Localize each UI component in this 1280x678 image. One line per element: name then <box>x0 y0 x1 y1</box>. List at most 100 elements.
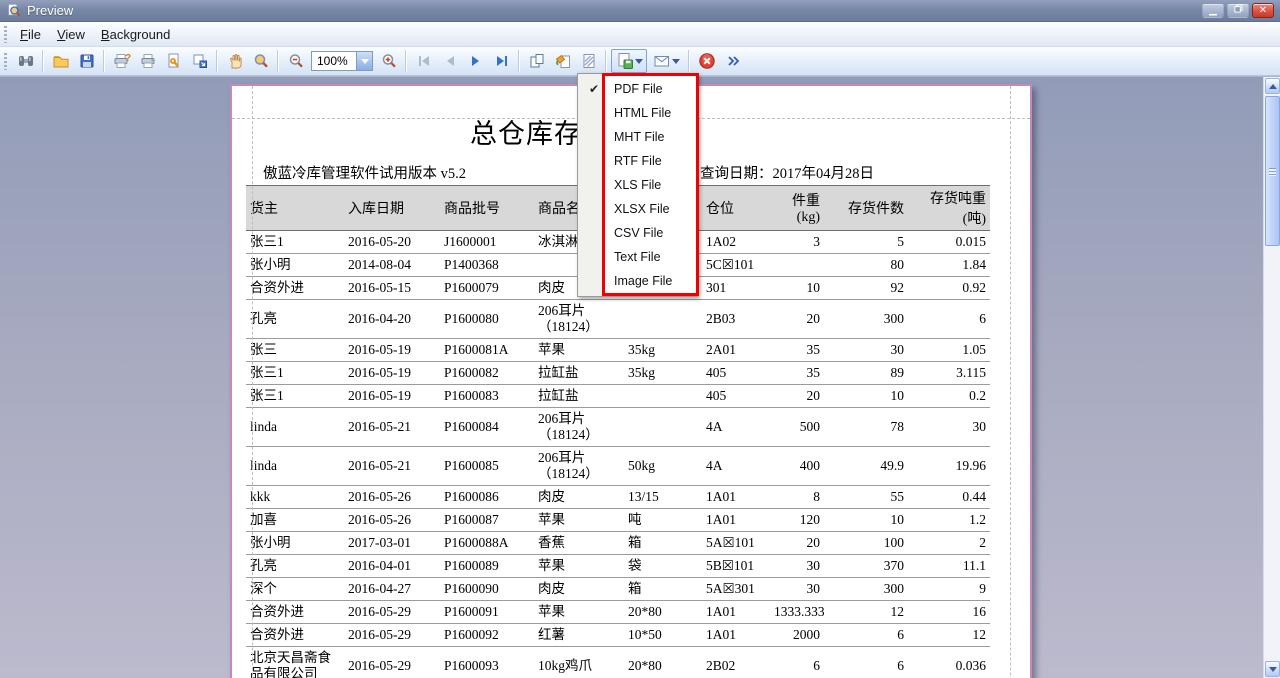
table-cell: 2016-05-29 <box>344 601 440 624</box>
table-cell: 箱 <box>624 532 702 555</box>
more-buttons-chevron[interactable] <box>720 49 745 73</box>
export-menu-item[interactable]: CSV File <box>578 221 697 245</box>
table-cell: 张三1 <box>246 362 344 385</box>
export-menu-items: ✔PDF FileHTML FileMHT FileRTF FileXLS Fi… <box>578 77 697 293</box>
export-menu-item[interactable]: Text File <box>578 245 697 269</box>
table-row: 张小明2017-03-01P1600088A香蕉箱5A☒101201002 <box>246 532 990 555</box>
table-header-cell: 存货件数 <box>824 186 908 231</box>
next-page-icon <box>467 52 485 70</box>
close-button[interactable]: ✕ <box>1252 3 1274 18</box>
separator <box>277 50 279 72</box>
table-cell: 206耳片 （18124） <box>534 300 624 339</box>
last-page-button[interactable] <box>489 49 514 73</box>
send-email-button[interactable] <box>648 49 684 73</box>
close-preview-button[interactable] <box>694 49 719 73</box>
quick-print-button[interactable] <box>135 49 160 73</box>
menu-item-file[interactable]: File <box>12 24 49 45</box>
menu-item-background[interactable]: Background <box>93 24 178 45</box>
email-icon <box>653 52 671 70</box>
multiple-pages-button[interactable] <box>524 49 549 73</box>
save-button[interactable] <box>74 49 99 73</box>
table-cell: 合资外进 <box>246 277 344 300</box>
export-menu-item[interactable]: ✔PDF File <box>578 77 697 101</box>
table-cell: 2B03 <box>702 300 770 339</box>
table-cell: P1600091 <box>440 601 534 624</box>
export-menu-item-label: PDF File <box>614 82 663 96</box>
table-header-cell: 件重(kg) <box>770 186 824 231</box>
minimize-button[interactable]: ▁ <box>1202 3 1224 18</box>
table-cell: 张三 <box>246 339 344 362</box>
report-vendor-line: 傲蓝冷库管理软件试用版本 v5.2 <box>263 162 466 183</box>
table-cell: 92 <box>824 277 908 300</box>
magnifier-tool-button[interactable] <box>248 49 273 73</box>
separator <box>42 50 44 72</box>
table-cell: 10*50 <box>624 624 702 647</box>
table-cell: 4A <box>702 447 770 486</box>
zoom-out-button[interactable] <box>283 49 308 73</box>
table-cell: 80 <box>824 254 908 277</box>
vertical-scrollbar[interactable] <box>1263 77 1280 678</box>
multiple-pages-icon <box>528 52 546 70</box>
restore-button[interactable] <box>1227 3 1249 18</box>
separator <box>405 50 407 72</box>
table-cell: 1.2 <box>908 509 990 532</box>
separator <box>216 50 218 72</box>
table-cell: 89 <box>824 362 908 385</box>
export-menu-item[interactable]: MHT File <box>578 125 697 149</box>
next-page-button[interactable] <box>463 49 488 73</box>
table-cell: 16 <box>908 601 990 624</box>
table-row: 张三12016-05-19P1600082拉缸盐35kg40535893.115 <box>246 362 990 385</box>
scroll-down-button[interactable] <box>1265 661 1280 677</box>
export-menu-item[interactable]: XLS File <box>578 173 697 197</box>
table-cell: 6 <box>824 647 908 678</box>
title-bar: Preview ▁ ✕ <box>0 0 1280 22</box>
table-cell: 2016-05-19 <box>344 362 440 385</box>
scale-button[interactable] <box>187 49 212 73</box>
table-cell <box>770 254 824 277</box>
page-background-button[interactable] <box>550 49 575 73</box>
table-cell: 1A01 <box>702 486 770 509</box>
table-cell: 10 <box>824 385 908 408</box>
arrow-down-icon <box>1269 667 1277 672</box>
export-menu-item[interactable]: RTF File <box>578 149 697 173</box>
table-cell: 405 <box>702 362 770 385</box>
watermark-button[interactable] <box>576 49 601 73</box>
table-cell: 10kg鸡爪 <box>534 647 624 678</box>
export-document-button[interactable] <box>611 49 647 73</box>
export-menu-item[interactable]: Image File <box>578 269 697 293</box>
menubar-grip[interactable] <box>2 26 9 43</box>
zoom-combo[interactable]: 100% <box>311 51 373 71</box>
table-cell: 405 <box>702 385 770 408</box>
scrollbar-thumb[interactable] <box>1265 96 1280 246</box>
first-page-button[interactable] <box>411 49 436 73</box>
table-cell: 苹果 <box>534 339 624 362</box>
export-menu-item[interactable]: HTML File <box>578 101 697 125</box>
hand-tool-button[interactable] <box>222 49 247 73</box>
table-cell: 3.115 <box>908 362 990 385</box>
menu-item-view[interactable]: View <box>49 24 93 45</box>
close-preview-icon <box>698 52 716 70</box>
export-menu-item[interactable]: XLSX File <box>578 197 697 221</box>
page-setup-button[interactable] <box>161 49 186 73</box>
toolbar-grip[interactable] <box>2 53 9 70</box>
table-cell: P1600080 <box>440 300 534 339</box>
table-cell: 肉皮 <box>534 486 624 509</box>
table-cell: 2016-05-21 <box>344 408 440 447</box>
table-cell: 30 <box>908 408 990 447</box>
table-cell: 35kg <box>624 339 702 362</box>
search-button[interactable] <box>13 49 38 73</box>
chevron-down-icon <box>672 59 680 64</box>
table-cell: 2016-05-21 <box>344 447 440 486</box>
table-row: 张三2016-05-19P1600081A苹果35kg2A0135301.05 <box>246 339 990 362</box>
zoom-combo-dropdown[interactable] <box>356 52 372 70</box>
previous-page-button[interactable] <box>437 49 462 73</box>
table-cell: 2016-05-26 <box>344 509 440 532</box>
print-dialog-button[interactable]: ? <box>109 49 134 73</box>
table-cell: 300 <box>824 578 908 601</box>
open-button[interactable] <box>48 49 73 73</box>
zoom-in-button[interactable] <box>376 49 401 73</box>
table-cell: 5A☒301 <box>702 578 770 601</box>
table-cell: kkk <box>246 486 344 509</box>
scroll-up-button[interactable] <box>1265 78 1280 94</box>
table-cell: 50kg <box>624 447 702 486</box>
